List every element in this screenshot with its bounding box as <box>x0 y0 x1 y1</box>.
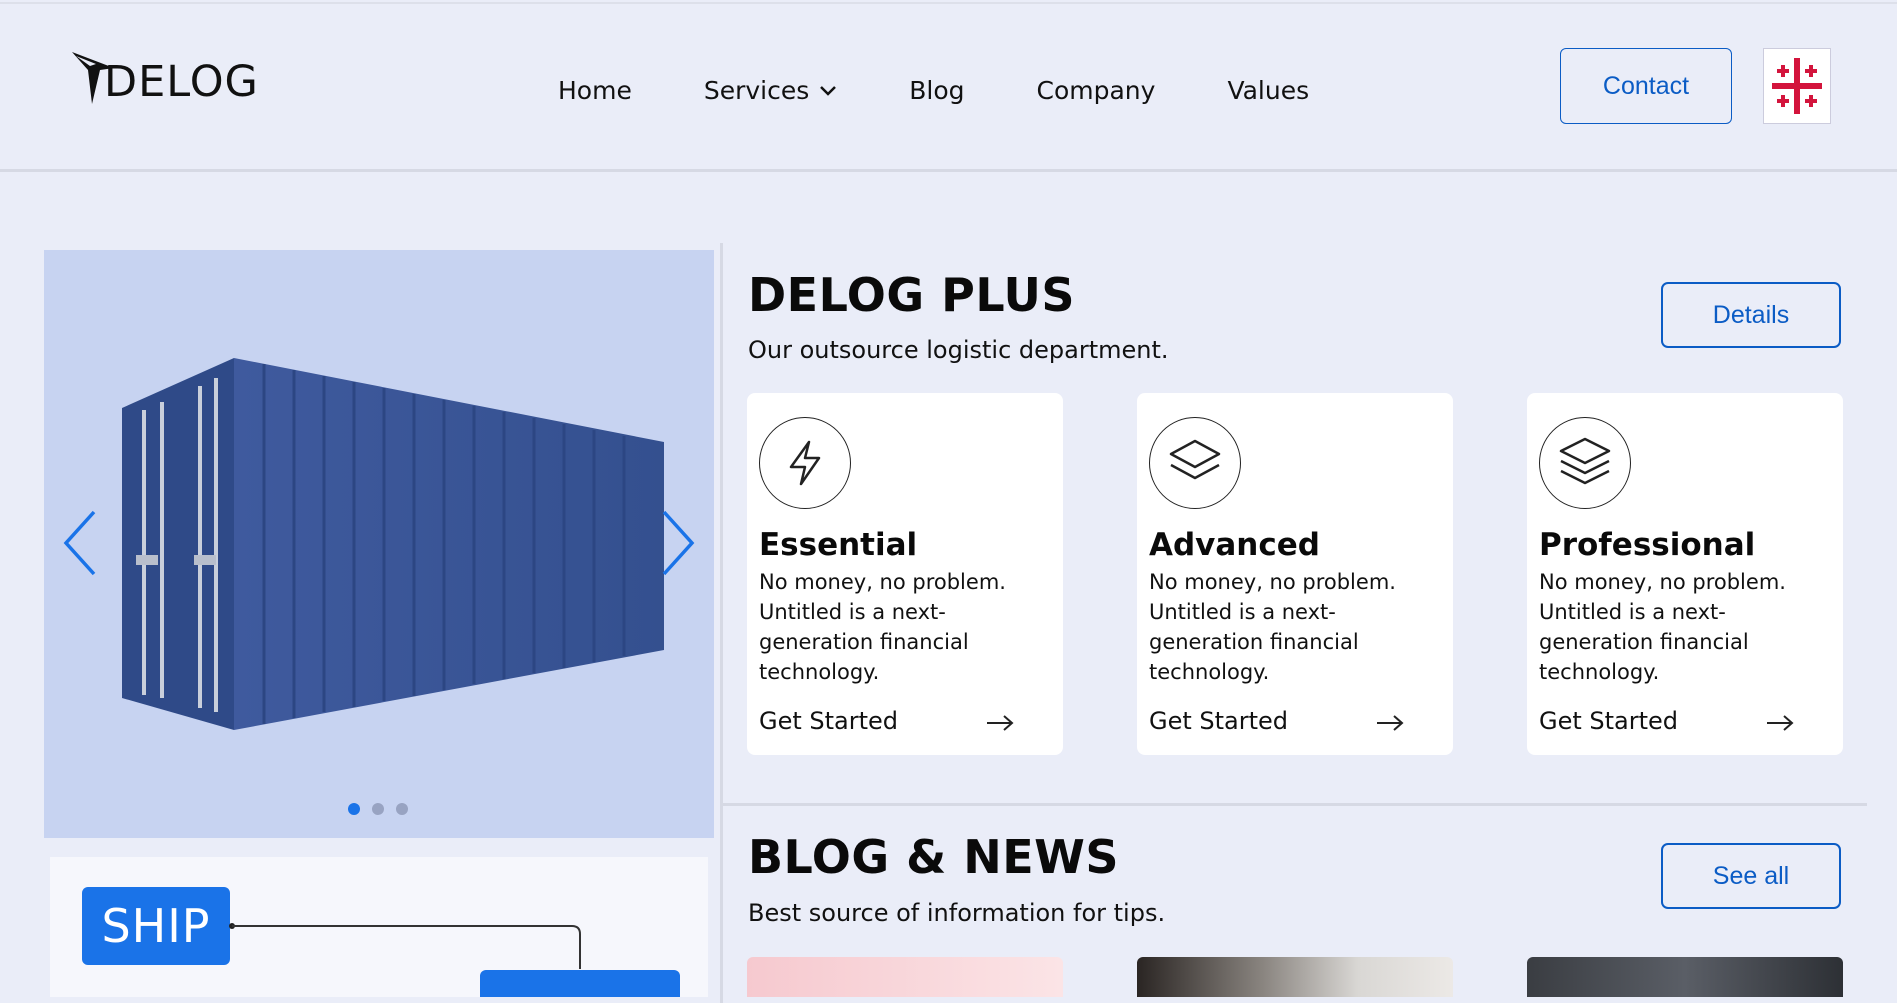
georgia-flag-icon <box>1772 58 1822 114</box>
stack-icon <box>1559 437 1611 485</box>
plan-card-professional: Professional No money, no problem. Untit… <box>1527 393 1843 755</box>
contact-button[interactable]: Contact <box>1560 48 1732 124</box>
nav-home[interactable]: Home <box>558 76 632 105</box>
carousel-dot-2[interactable] <box>372 803 384 815</box>
hero-carousel <box>44 250 714 838</box>
logo-text: DELOG <box>104 57 259 107</box>
nav-values-label: Values <box>1227 76 1310 105</box>
nav-values[interactable]: Values <box>1227 76 1309 105</box>
arrow-right-icon[interactable] <box>1765 713 1795 733</box>
blog-thumbnail[interactable] <box>1527 957 1843 997</box>
arrow-right-icon[interactable] <box>985 713 1015 733</box>
blog-thumbnail[interactable] <box>1137 957 1453 997</box>
blog-title: BLOG & NEWS <box>748 830 1120 884</box>
get-started-link[interactable]: Get Started <box>759 707 898 735</box>
plan-description: No money, no problem. Untitled is a next… <box>759 570 1006 684</box>
nav-services-label: Services <box>703 76 810 105</box>
plan-icon-wrap <box>1149 417 1241 509</box>
site-header: DELOG Home Services Blog Company Values … <box>0 2 1897 172</box>
blog-thumbnail[interactable] <box>747 957 1063 997</box>
get-started-link[interactable]: Get Started <box>1149 707 1288 735</box>
plan-icon-wrap <box>1539 417 1631 509</box>
plan-card-essential: Essential No money, no problem. Untitled… <box>747 393 1063 755</box>
plus-subtitle: Our outsource logistic department. <box>748 336 1169 364</box>
blog-subtitle: Best source of information for tips. <box>748 899 1166 927</box>
nav-home-label: Home <box>558 76 632 105</box>
lightning-icon <box>789 440 821 486</box>
carousel-dots <box>348 803 420 815</box>
diagram-connector <box>229 923 680 997</box>
language-switcher[interactable] <box>1763 48 1831 124</box>
logo[interactable]: DELOG <box>70 48 259 106</box>
nav-blog-label: Blog <box>909 76 965 105</box>
chevron-down-icon <box>820 85 837 96</box>
carousel-dot-1[interactable] <box>348 803 360 815</box>
vertical-divider <box>720 243 723 1003</box>
details-button[interactable]: Details <box>1661 282 1841 348</box>
plan-icon-wrap <box>759 417 851 509</box>
plan-title: Professional <box>1539 527 1756 563</box>
main-nav: Home Services Blog Company Values <box>558 76 1381 105</box>
plan-title: Essential <box>759 527 918 563</box>
see-all-button[interactable]: See all <box>1661 843 1841 909</box>
carousel-next-icon[interactable] <box>658 508 698 578</box>
section-divider <box>722 803 1867 806</box>
plan-description: No money, no problem. Untitled is a next… <box>1539 570 1786 684</box>
layers-icon <box>1169 439 1221 480</box>
ship-diagram: SHIP <box>50 857 708 997</box>
plan-card-advanced: Advanced No money, no problem. Untitled … <box>1137 393 1453 755</box>
carousel-prev-icon[interactable] <box>60 508 100 578</box>
nav-services[interactable]: Services <box>704 76 837 105</box>
plan-description: No money, no problem. Untitled is a next… <box>1149 570 1396 684</box>
nav-company[interactable]: Company <box>1037 76 1156 105</box>
get-started-link[interactable]: Get Started <box>1539 707 1678 735</box>
shipping-container-image <box>122 358 664 730</box>
plan-title: Advanced <box>1149 527 1320 563</box>
nav-blog[interactable]: Blog <box>909 76 964 105</box>
plus-title: DELOG PLUS <box>748 268 1076 322</box>
carousel-dot-3[interactable] <box>396 803 408 815</box>
arrow-right-icon[interactable] <box>1375 713 1405 733</box>
nav-company-label: Company <box>1036 76 1156 105</box>
